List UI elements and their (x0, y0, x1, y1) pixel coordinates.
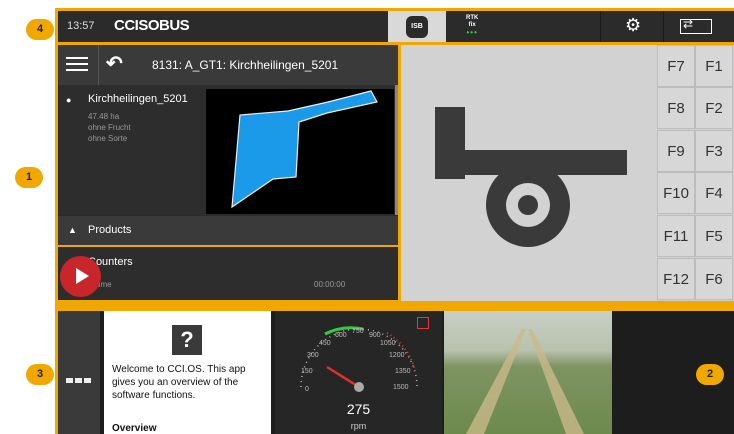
fkey-f12[interactable]: F12 (657, 258, 695, 300)
isb-button[interactable]: ISB (388, 11, 446, 42)
gauge-tick: 0 (305, 386, 309, 393)
gauge-tick: 600 (335, 332, 347, 339)
field-boundary-shape (231, 90, 378, 209)
more-apps-icon (66, 370, 93, 388)
function-key-panel: F7 F1 F8 F2 F9 F3 F10 F4 F11 F5 F12 F6 (657, 45, 734, 301)
gauge-tick: 1050 (380, 340, 396, 347)
fkey-f5[interactable]: F5 (695, 215, 733, 257)
fkey-f2[interactable]: F2 (695, 87, 733, 129)
ccisobus-logo: CCISOBUS (114, 17, 190, 34)
trailer-icon (435, 107, 627, 247)
rtk-label: RTK (466, 15, 479, 21)
help-text: Welcome to CCI.OS. This app gives you an… (112, 364, 246, 401)
products-item[interactable]: ▲ Products (58, 215, 398, 245)
gauge-tick: 900 (369, 332, 381, 339)
app-header: ↶ 8131: A_GT1: Kirchheilingen_5201 (58, 45, 398, 85)
status-bar: 13:57 CCISOBUS ISB RTK fix ••• ⚙ ⇄ (58, 11, 734, 42)
rpm-unit: rpm (350, 421, 367, 431)
gear-icon[interactable]: ⚙ (625, 15, 641, 36)
fkey-f8[interactable]: F8 (657, 87, 695, 129)
rtk-status: RTK fix ••• (466, 15, 479, 37)
divider (600, 11, 601, 42)
rpm-value: 275 (346, 401, 371, 417)
fkey-f7[interactable]: F7 (657, 45, 695, 87)
help-heading: Overview (112, 423, 157, 434)
rtk-signal-icon: ••• (466, 28, 478, 37)
callout-badge-4: 4 (26, 19, 54, 40)
alert-flag-icon[interactable] (417, 317, 429, 329)
machine-view (401, 45, 657, 301)
fkey-f3[interactable]: F3 (695, 130, 733, 172)
location-pin-icon: ● (66, 95, 72, 105)
counter-value: 00:00:00 (314, 280, 346, 289)
camera-image (466, 329, 584, 434)
help-mini-view[interactable]: ? Welcome to CCI.OS. This app gives you … (104, 311, 271, 434)
fkey-f10[interactable]: F10 (657, 172, 695, 214)
gauge-tick: 1500 (393, 384, 409, 391)
field-name: Kirchheilingen_5201 (88, 93, 188, 105)
gauge-tick: 300 (307, 352, 319, 359)
gauge-tick: 1350 (395, 368, 411, 375)
gauge-tick: 1200 (389, 352, 405, 359)
field-meta: 47.48 ha ohne Frucht ohne Sorte (88, 111, 131, 144)
back-arrow-icon[interactable]: ↶ (106, 51, 123, 76)
tachometer-mini-view[interactable]: 0 150 300 450 600 750 900 1050 1200 1350… (275, 311, 442, 434)
play-button[interactable] (60, 256, 101, 297)
fkey-f1[interactable]: F1 (695, 45, 733, 87)
gauge-needle (326, 365, 360, 389)
gauge-tick: 750 (352, 328, 364, 335)
hamburger-icon[interactable] (66, 53, 88, 75)
field-variety: ohne Sorte (88, 134, 128, 143)
field-map (206, 89, 394, 214)
fkey-f11[interactable]: F11 (657, 215, 695, 257)
gauge-hub (354, 382, 364, 392)
counters-item[interactable]: Counters al time 00:00:00 (58, 247, 398, 300)
callout-badge-1: 1 (15, 167, 43, 188)
app-dock-button[interactable] (58, 311, 100, 434)
screen-switch-icon[interactable]: ⇄ (680, 17, 712, 34)
fkey-f6[interactable]: F6 (695, 258, 733, 300)
gauge-tick: 450 (319, 340, 331, 347)
field-crop: ohne Frucht (88, 123, 131, 132)
fkey-f9[interactable]: F9 (657, 130, 695, 172)
callout-badge-3: 3 (26, 364, 54, 385)
products-label: Products (88, 224, 132, 236)
callout-badge-2: 2 (696, 364, 724, 385)
clock: 13:57 (67, 20, 95, 32)
app-title: 8131: A_GT1: Kirchheilingen_5201 (152, 58, 339, 72)
camera-mini-view[interactable] (444, 311, 612, 434)
fkey-f4[interactable]: F4 (695, 172, 733, 214)
gauge-tick: 150 (301, 368, 313, 375)
divider (663, 11, 664, 42)
help-icon: ? (172, 325, 202, 355)
field-area: 47.48 ha (88, 112, 120, 121)
field-card[interactable]: ● Kirchheilingen_5201 47.48 ha ohne Fruc… (58, 85, 398, 235)
isb-icon: ISB (406, 16, 428, 38)
divider (98, 45, 99, 85)
products-icon: ▲ (68, 225, 77, 235)
scrollbar[interactable] (395, 85, 398, 235)
